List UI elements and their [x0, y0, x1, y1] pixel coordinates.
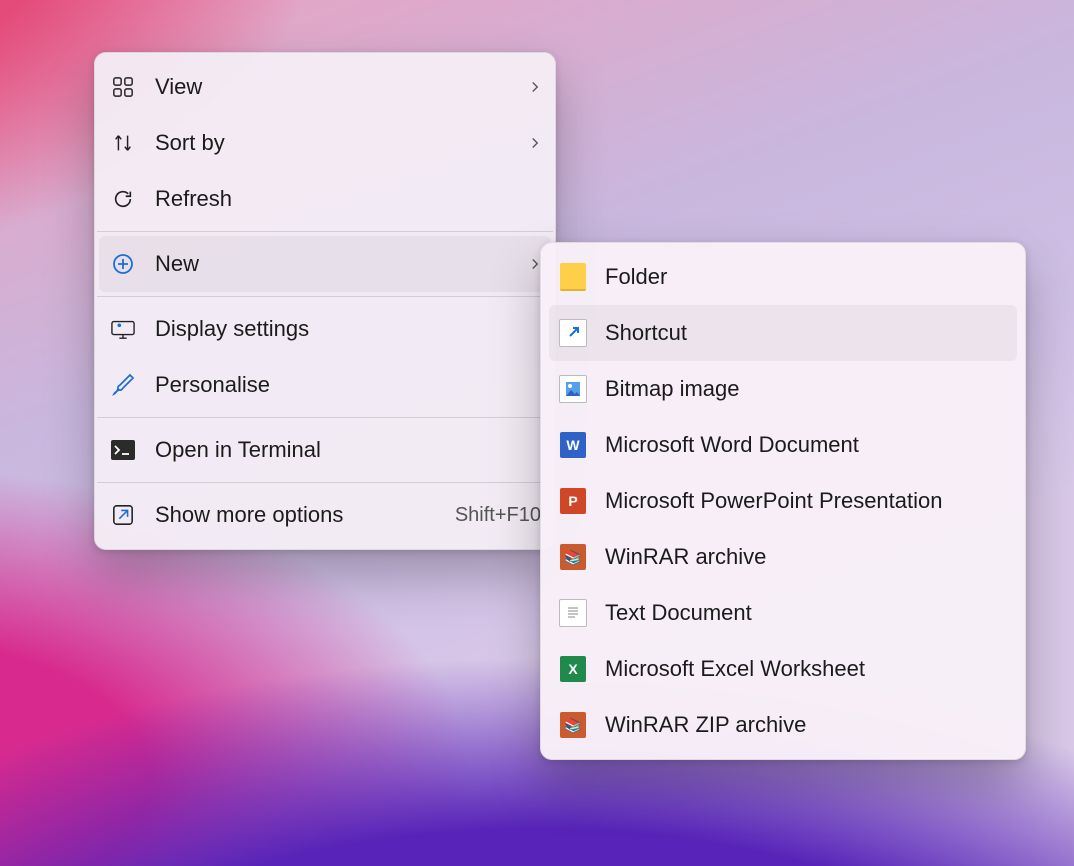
winrar-icon: 📚	[559, 543, 587, 571]
menu-item-label: New	[155, 251, 519, 277]
chevron-right-icon	[529, 133, 541, 154]
submenu-item-word[interactable]: W Microsoft Word Document	[545, 417, 1021, 473]
desktop-context-menu: View Sort by Refresh New	[94, 52, 556, 550]
submenu-item-shortcut[interactable]: Shortcut	[549, 305, 1017, 361]
display-settings-icon	[109, 315, 137, 343]
folder-icon	[559, 263, 587, 291]
submenu-item-label: Folder	[605, 264, 1007, 290]
terminal-icon	[109, 436, 137, 464]
submenu-item-label: WinRAR ZIP archive	[605, 712, 1007, 738]
expand-icon	[109, 501, 137, 529]
menu-item-label: Display settings	[155, 316, 541, 342]
bitmap-icon	[559, 375, 587, 403]
submenu-item-label: Text Document	[605, 600, 1007, 626]
submenu-item-folder[interactable]: Folder	[545, 249, 1021, 305]
menu-item-open-terminal[interactable]: Open in Terminal	[95, 422, 555, 478]
menu-item-display-settings[interactable]: Display settings	[95, 301, 555, 357]
menu-item-label: Refresh	[155, 186, 541, 212]
menu-item-label: Sort by	[155, 130, 519, 156]
submenu-item-label: Shortcut	[605, 320, 1007, 346]
menu-separator	[97, 231, 553, 232]
submenu-item-excel[interactable]: X Microsoft Excel Worksheet	[545, 641, 1021, 697]
menu-item-view[interactable]: View	[95, 59, 555, 115]
menu-item-personalise[interactable]: Personalise	[95, 357, 555, 413]
menu-item-label: Show more options	[155, 502, 445, 528]
grid-icon	[109, 73, 137, 101]
menu-item-show-more-options[interactable]: Show more options Shift+F10	[95, 487, 555, 543]
submenu-item-label: Microsoft PowerPoint Presentation	[605, 488, 1007, 514]
menu-item-label: Personalise	[155, 372, 541, 398]
submenu-item-label: WinRAR archive	[605, 544, 1007, 570]
menu-item-refresh[interactable]: Refresh	[95, 171, 555, 227]
submenu-item-label: Microsoft Word Document	[605, 432, 1007, 458]
menu-separator	[97, 296, 553, 297]
submenu-item-winrar[interactable]: 📚 WinRAR archive	[545, 529, 1021, 585]
submenu-item-text-document[interactable]: Text Document	[545, 585, 1021, 641]
submenu-item-winrar-zip[interactable]: 📚 WinRAR ZIP archive	[545, 697, 1021, 753]
plus-circle-icon	[109, 250, 137, 278]
menu-item-new[interactable]: New	[99, 236, 551, 292]
word-icon: W	[559, 431, 587, 459]
paintbrush-icon	[109, 371, 137, 399]
menu-item-label: Open in Terminal	[155, 437, 541, 463]
chevron-right-icon	[529, 77, 541, 98]
text-document-icon	[559, 599, 587, 627]
submenu-item-powerpoint[interactable]: P Microsoft PowerPoint Presentation	[545, 473, 1021, 529]
new-submenu: Folder Shortcut Bitmap image W Microsoft…	[540, 242, 1026, 760]
excel-icon: X	[559, 655, 587, 683]
submenu-item-bitmap[interactable]: Bitmap image	[545, 361, 1021, 417]
menu-separator	[97, 482, 553, 483]
refresh-icon	[109, 185, 137, 213]
menu-item-label: View	[155, 74, 519, 100]
menu-item-sort-by[interactable]: Sort by	[95, 115, 555, 171]
menu-separator	[97, 417, 553, 418]
sort-icon	[109, 129, 137, 157]
winrar-zip-icon: 📚	[559, 711, 587, 739]
powerpoint-icon: P	[559, 487, 587, 515]
submenu-item-label: Bitmap image	[605, 376, 1007, 402]
shortcut-icon	[559, 319, 587, 347]
keyboard-shortcut-hint: Shift+F10	[455, 504, 541, 527]
submenu-item-label: Microsoft Excel Worksheet	[605, 656, 1007, 682]
